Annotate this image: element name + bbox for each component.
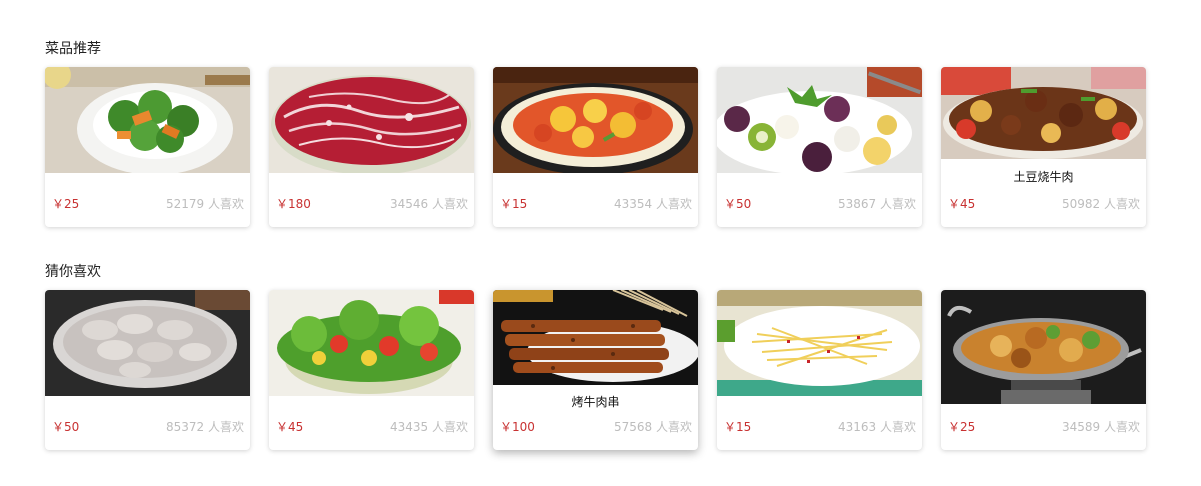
price-label: ￥15	[500, 197, 528, 211]
dish-image-dumplings	[45, 290, 250, 396]
dish-image-tomato-egg	[493, 67, 698, 173]
likes-count: 53867 人喜欢	[838, 197, 916, 211]
dish-card[interactable]: ￥50 85372 人喜欢	[45, 290, 250, 450]
dish-name: 烤牛肉串	[571, 395, 620, 409]
dish-image-beef	[269, 67, 474, 173]
dish-card[interactable]: ￥15 43354 人喜欢	[493, 67, 698, 227]
likes-count: 50982 人喜欢	[1062, 197, 1140, 211]
dish-row-recommended: ￥25 52179 人喜欢 ￥180 34546 人喜欢 ￥15 43354 人…	[45, 67, 1155, 227]
dish-image-vegetable-salad	[269, 290, 474, 396]
section-title-recommended: 菜品推荐	[45, 41, 101, 57]
price-label: ￥25	[52, 197, 80, 211]
dish-card[interactable]: ￥180 34546 人喜欢	[269, 67, 474, 227]
price-label: ￥180	[276, 197, 311, 211]
section-title-guess-you-like: 猜你喜欢	[45, 264, 101, 280]
likes-count: 34546 人喜欢	[390, 197, 468, 211]
price-label: ￥100	[500, 420, 535, 434]
likes-count: 43435 人喜欢	[390, 420, 468, 434]
price-label: ￥25	[948, 420, 976, 434]
likes-count: 85372 人喜欢	[166, 420, 244, 434]
dish-card[interactable]: ￥25 52179 人喜欢	[45, 67, 250, 227]
price-label: ￥50	[724, 197, 752, 211]
price-label: ￥45	[276, 420, 304, 434]
dish-image-potato-beef	[941, 67, 1146, 159]
dish-image-broccoli	[45, 67, 250, 173]
dish-image-dry-pot	[941, 290, 1146, 404]
likes-count: 43354 人喜欢	[614, 197, 692, 211]
price-label: ￥50	[52, 420, 80, 434]
likes-count: 34589 人喜欢	[1062, 420, 1140, 434]
dish-card[interactable]: ￥25 34589 人喜欢	[941, 290, 1146, 450]
dish-image-beef-skewers	[493, 290, 698, 385]
likes-count: 57568 人喜欢	[614, 420, 692, 434]
price-label: ￥45	[948, 197, 976, 211]
dish-row-guess-you-like: ￥50 85372 人喜欢 ￥45 43435 人喜欢 烤牛肉串 ￥100 57…	[45, 290, 1155, 450]
likes-count: 52179 人喜欢	[166, 197, 244, 211]
price-label: ￥15	[724, 420, 752, 434]
dish-name: 土豆烧牛肉	[1013, 170, 1074, 184]
dish-card[interactable]: ￥50 53867 人喜欢	[717, 67, 922, 227]
dish-card[interactable]: 烤牛肉串 ￥100 57568 人喜欢	[493, 290, 698, 450]
likes-count: 43163 人喜欢	[838, 420, 916, 434]
dish-card[interactable]: ￥15 43163 人喜欢	[717, 290, 922, 450]
dish-image-shredded-potato	[717, 290, 922, 396]
dish-card[interactable]: ￥45 43435 人喜欢	[269, 290, 474, 450]
dish-image-fruit-salad	[717, 67, 922, 173]
dish-card[interactable]: 土豆烧牛肉 ￥45 50982 人喜欢	[941, 67, 1146, 227]
page: 菜品推荐 ￥25 52179 人喜欢 ￥180 34546 人喜欢 ￥15 43…	[0, 0, 1201, 486]
